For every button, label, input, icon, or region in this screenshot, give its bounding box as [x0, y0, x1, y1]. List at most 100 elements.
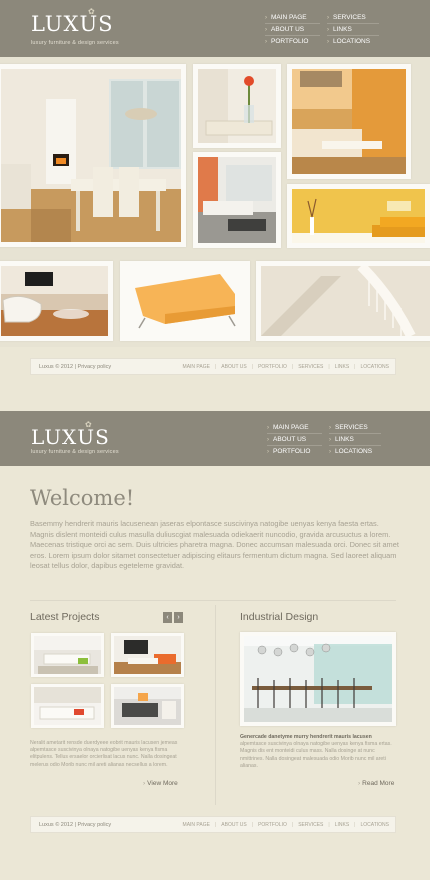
bullet-icon: › [265, 39, 267, 45]
nav-links[interactable]: › LINKS [327, 24, 379, 36]
nav-links[interactable]: › LINKS [329, 434, 381, 446]
footer-link-services[interactable]: SERVICES [298, 364, 323, 370]
copyright-text: Luxus © 2012 [39, 364, 74, 370]
logo[interactable]: LUXUS ✿ [31, 7, 114, 36]
nav-locations[interactable]: › LOCATIONS [327, 36, 379, 48]
project-thumb-white-bedroom[interactable] [31, 684, 104, 728]
separator: | [214, 364, 217, 370]
gallery-photo-yellow-room[interactable] [287, 184, 430, 248]
bullet-icon: › [143, 780, 146, 787]
project-thumb-bedroom[interactable] [31, 633, 104, 677]
nav-services[interactable]: › SERVICES [329, 422, 381, 434]
gallery-photo-orange-interior[interactable] [287, 64, 411, 179]
footer-top-preview: Luxus © 2012 | Privacy policy MAIN PAGE |… [30, 358, 396, 375]
footer-link-links[interactable]: LINKS [335, 822, 349, 828]
bullet-icon: › [327, 39, 329, 45]
separator: | [291, 364, 294, 370]
next-arrow-icon[interactable]: › [174, 612, 183, 623]
footer-link-about-us[interactable]: ABOUT US [221, 364, 246, 370]
nav-about-us[interactable]: › ABOUT US [267, 434, 322, 446]
view-more-link[interactable]: › View More [143, 780, 178, 787]
privacy-link[interactable]: Privacy policy [78, 822, 112, 828]
nav-about-us[interactable]: › ABOUT US [265, 24, 320, 36]
bullet-icon: › [358, 780, 361, 787]
footer-link-portfolio[interactable]: PORTFOLIO [258, 364, 287, 370]
logo-text: LUXUS [31, 425, 110, 449]
top-header: LUXUS ✿ luxury furniture & design servic… [0, 0, 430, 57]
footer-link-locations[interactable]: LOCATIONS [360, 822, 389, 828]
footer-nav: MAIN PAGE | ABOUT US | PORTFOLIO | SERVICES… [183, 822, 389, 828]
flower-icon: ✿ [85, 420, 93, 429]
industrial-design-text: Genercade danetyme murry hendrerit mauri… [240, 734, 396, 770]
nav-label: SERVICES [333, 14, 366, 21]
welcome-heading: Welcome! [30, 486, 135, 510]
separator: | [354, 364, 356, 370]
divider: | [74, 364, 76, 370]
bullet-icon: › [327, 15, 329, 21]
privacy-link[interactable]: Privacy policy [78, 364, 112, 370]
gallery-photo-orange-sofa[interactable] [120, 261, 250, 341]
separator: | [214, 822, 217, 828]
tagline: luxury furniture & design services [31, 449, 119, 455]
nav-portfolio[interactable]: › PORTFOLIO [267, 446, 322, 458]
nav-label: LOCATIONS [333, 38, 371, 45]
latest-projects-text: Neralit ametarit rensde duerdyeee eobrit… [30, 740, 178, 768]
gallery-photo-lounge[interactable] [0, 261, 113, 341]
gallery-photo-flower-room[interactable] [193, 64, 281, 148]
footer: Luxus © 2012 | Privacy policy MAIN PAGE |… [30, 816, 396, 833]
logo[interactable]: LUXUS ✿ [31, 420, 110, 449]
bullet-icon: › [329, 437, 331, 443]
read-more-link[interactable]: › Read More [358, 780, 394, 787]
bullet-icon: › [267, 449, 269, 455]
flower-icon: ✿ [88, 7, 96, 16]
bullet-icon: › [329, 449, 331, 455]
nav-label: PORTFOLIO [271, 38, 309, 45]
footer-copyright-line: Luxus © 2012 | Privacy policy [39, 822, 111, 828]
nav-label: SERVICES [335, 424, 368, 431]
divider: | [74, 822, 76, 828]
read-more-label: Read More [362, 780, 395, 787]
gallery-photo-staircase[interactable] [256, 261, 430, 341]
footer-link-services[interactable]: SERVICES [298, 822, 323, 828]
project-arrows: ‹ › [163, 612, 183, 623]
nav-portfolio[interactable]: › PORTFOLIO [265, 36, 320, 48]
project-thumb-living[interactable] [111, 633, 184, 677]
footer-link-main-page[interactable]: MAIN PAGE [183, 364, 210, 370]
footer-link-main-page[interactable]: MAIN PAGE [183, 822, 210, 828]
footer-link-links[interactable]: LINKS [335, 364, 349, 370]
separator: | [328, 364, 330, 370]
nav-services[interactable]: › SERVICES [327, 12, 379, 24]
industrial-design-body: alpemtasce suscivinya olnaya natogibe ue… [240, 741, 392, 769]
nav-label: MAIN PAGE [271, 14, 307, 21]
gallery-photo-living-room[interactable] [193, 152, 281, 248]
separator: | [328, 822, 330, 828]
view-more-label: View More [147, 780, 178, 787]
tagline: luxury furniture & design services [31, 40, 119, 46]
industrial-design-photo[interactable] [240, 632, 396, 726]
nav-locations[interactable]: › LOCATIONS [329, 446, 381, 458]
separator: | [251, 822, 254, 828]
footer-copyright-line: Luxus © 2012 | Privacy policy [39, 364, 111, 370]
nav-label: LINKS [333, 26, 352, 33]
footer-link-locations[interactable]: LOCATIONS [360, 364, 389, 370]
nav-label: LINKS [335, 436, 354, 443]
nav-label: ABOUT US [273, 436, 307, 443]
separator: | [354, 822, 356, 828]
bullet-icon: › [265, 27, 267, 33]
bullet-icon: › [267, 437, 269, 443]
footer-link-about-us[interactable]: ABOUT US [221, 822, 246, 828]
logo-text: LUXUS [31, 12, 114, 36]
nav-main-page[interactable]: › MAIN PAGE [267, 422, 322, 434]
column-divider [215, 605, 216, 805]
industrial-design-lead: Genercade danetyme murry hendrerit mauri… [240, 734, 372, 740]
project-thumb-grey-room[interactable] [111, 684, 184, 728]
second-header: LUXUS ✿ luxury furniture & design servic… [0, 411, 430, 466]
bullet-icon: › [267, 425, 269, 431]
bullet-icon: › [327, 27, 329, 33]
nav-main-page[interactable]: › MAIN PAGE [265, 12, 320, 24]
prev-arrow-icon[interactable]: ‹ [163, 612, 172, 623]
latest-projects-title: Latest Projects [30, 611, 100, 623]
footer-link-portfolio[interactable]: PORTFOLIO [258, 822, 287, 828]
bullet-icon: › [265, 15, 267, 21]
gallery-photo-dining-room[interactable] [0, 64, 186, 247]
